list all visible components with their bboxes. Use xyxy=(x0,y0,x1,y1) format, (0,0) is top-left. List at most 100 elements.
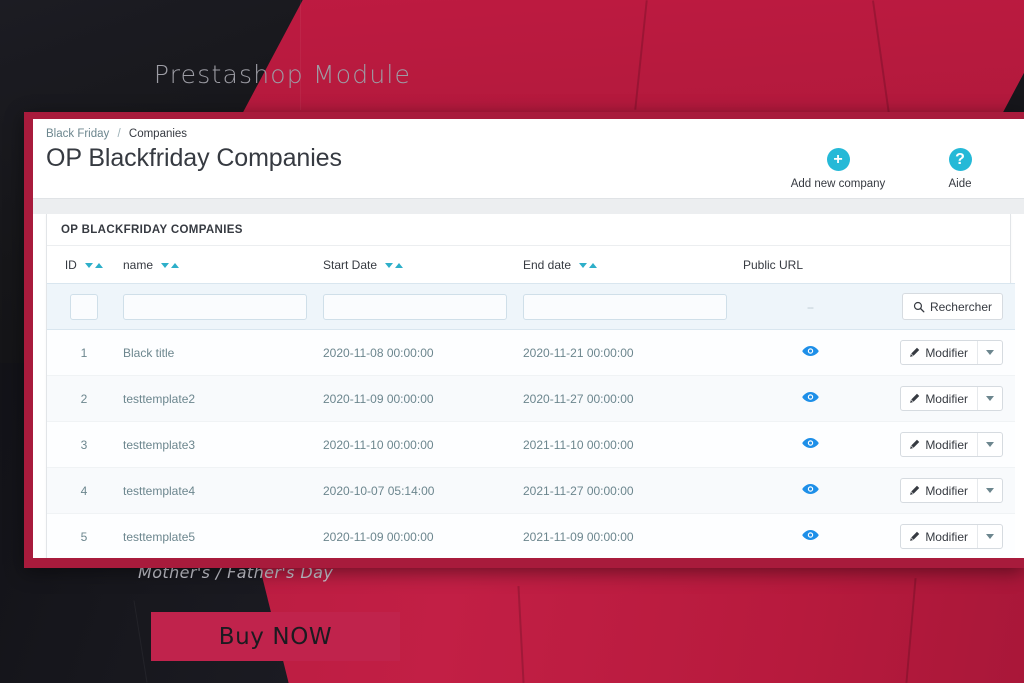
help-label: Aide xyxy=(948,178,972,190)
column-label-public-url: Public URL xyxy=(743,258,804,272)
sort-desc-icon[interactable] xyxy=(385,263,394,268)
column-header-end-date[interactable]: End date xyxy=(515,246,735,284)
edit-button-main[interactable]: Modifier xyxy=(901,530,977,544)
eye-icon[interactable] xyxy=(801,529,819,541)
cell-actions: Modifier xyxy=(885,329,1015,376)
chevron-down-icon xyxy=(986,396,994,401)
cell-start-date: 2020-11-09 00:00:00 xyxy=(315,513,515,558)
sort-arrows-end-date[interactable] xyxy=(579,263,598,268)
filter-cell-start-date xyxy=(315,284,515,330)
cell-start-date: 2020-11-08 00:00:00 xyxy=(315,329,515,376)
prestashop-admin-panel: Black Friday / Companies OP Blackfriday … xyxy=(33,119,1024,558)
edit-button-label: Modifier xyxy=(925,391,968,406)
column-label-name: name xyxy=(123,258,154,272)
cell-public-url xyxy=(735,467,885,514)
buy-now-button[interactable]: Buy NOW xyxy=(151,612,400,661)
question-circle-icon: ? xyxy=(948,148,972,171)
search-button[interactable]: Rechercher xyxy=(901,293,1003,320)
sort-arrows-name[interactable] xyxy=(161,263,180,268)
sort-desc-icon[interactable] xyxy=(161,263,170,268)
cell-end-date: 2020-11-21 00:00:00 xyxy=(515,329,735,376)
edit-dropdown-toggle[interactable] xyxy=(977,433,1002,456)
edit-button-main[interactable]: Modifier xyxy=(901,392,977,406)
cell-end-date: 2021-11-27 00:00:00 xyxy=(515,467,735,514)
column-label-start-date: Start Date xyxy=(323,258,378,272)
edit-dropdown-toggle[interactable] xyxy=(977,387,1002,410)
filter-input-name[interactable] xyxy=(123,293,307,320)
cell-actions: Modifier xyxy=(885,421,1015,468)
content-separator xyxy=(33,198,1024,214)
magnifier-icon xyxy=(913,301,925,312)
table-row[interactable]: 3 testtemplate3 2020-11-10 00:00:00 2021-11… xyxy=(47,421,1015,468)
column-header-id[interactable]: ID xyxy=(47,246,115,284)
column-header-start-date[interactable]: Start Date xyxy=(315,246,515,284)
edit-button-label: Modifier xyxy=(925,529,968,544)
eye-icon[interactable] xyxy=(801,345,819,357)
cell-name: testtemplate3 xyxy=(115,421,315,468)
column-header-actions xyxy=(885,246,1015,284)
filter-row: -- Rechercher xyxy=(47,283,1015,330)
table-row[interactable]: 5 testtemplate5 2020-11-09 00:00:00 2021-11… xyxy=(47,513,1015,558)
add-new-company-button[interactable]: + Add new company xyxy=(791,148,885,190)
edit-dropdown-toggle[interactable] xyxy=(977,525,1002,548)
edit-button[interactable]: Modifier xyxy=(900,432,1003,457)
column-header-public-url: Public URL xyxy=(735,246,885,284)
pencil-icon xyxy=(910,393,920,403)
sort-asc-icon[interactable] xyxy=(395,263,404,268)
edit-button-main[interactable]: Modifier xyxy=(901,438,977,452)
column-header-name[interactable]: name xyxy=(115,246,315,284)
table-row[interactable]: 1 Black title 2020-11-08 00:00:00 2020-11-2… xyxy=(47,329,1015,376)
edit-dropdown-toggle[interactable] xyxy=(977,341,1002,364)
filter-input-end-date[interactable] xyxy=(523,293,727,320)
breadcrumb-separator: / xyxy=(117,128,121,140)
table-body: 1 Black title 2020-11-08 00:00:00 2020-11-2… xyxy=(47,329,1015,558)
edit-button[interactable]: Modifier xyxy=(900,524,1003,549)
sort-desc-icon[interactable] xyxy=(85,263,94,268)
sort-desc-icon[interactable] xyxy=(579,263,588,268)
table-row[interactable]: 2 testtemplate2 2020-11-09 00:00:00 2020-11… xyxy=(47,375,1015,422)
breadcrumb-parent[interactable]: Black Friday xyxy=(46,128,109,140)
cell-start-date: 2020-11-09 00:00:00 xyxy=(315,375,515,422)
filter-input-id[interactable] xyxy=(70,293,98,320)
filter-input-start-date[interactable] xyxy=(323,293,507,320)
help-button[interactable]: ? Aide xyxy=(916,148,1004,190)
edit-button[interactable]: Modifier xyxy=(900,340,1003,365)
eye-icon[interactable] xyxy=(801,391,819,403)
cell-start-date: 2020-11-10 00:00:00 xyxy=(315,421,515,468)
public-url-placeholder: -- xyxy=(807,299,814,314)
table-head: ID name Start Date End date Public URL -… xyxy=(47,246,1015,330)
eye-icon[interactable] xyxy=(801,483,819,495)
eye-icon[interactable] xyxy=(801,437,819,449)
table-row[interactable]: 4 testtemplate4 2020-10-07 05:14:00 2021-11… xyxy=(47,467,1015,514)
edit-button-main[interactable]: Modifier xyxy=(901,346,977,360)
column-label-end-date: End date xyxy=(523,258,572,272)
cell-public-url xyxy=(735,329,885,376)
page-title: OP Blackfriday Companies xyxy=(46,144,342,172)
cell-actions: Modifier xyxy=(885,513,1015,558)
cell-actions: Modifier xyxy=(885,467,1015,514)
pencil-icon xyxy=(910,485,920,495)
sort-arrows-start-date[interactable] xyxy=(385,263,404,268)
edit-button[interactable]: Modifier xyxy=(900,386,1003,411)
pencil-icon xyxy=(910,531,920,541)
screenshot-frame: Black Friday / Companies OP Blackfriday … xyxy=(24,112,1024,568)
edit-button-main[interactable]: Modifier xyxy=(901,484,977,498)
sort-asc-icon[interactable] xyxy=(589,263,598,268)
sort-asc-icon[interactable] xyxy=(171,263,180,268)
filter-cell-name xyxy=(115,284,315,330)
chevron-down-icon xyxy=(986,488,994,493)
cell-public-url xyxy=(735,421,885,468)
cell-id: 3 xyxy=(47,421,115,468)
sort-arrows-id[interactable] xyxy=(85,263,104,268)
sort-asc-icon[interactable] xyxy=(95,263,104,268)
edit-dropdown-toggle[interactable] xyxy=(977,479,1002,502)
cell-id: 5 xyxy=(47,513,115,558)
cell-public-url xyxy=(735,375,885,422)
poster-background: Prestashop Module Mother's / Father's Da… xyxy=(0,0,1024,683)
edit-button[interactable]: Modifier xyxy=(900,478,1003,503)
breadcrumb: Black Friday / Companies xyxy=(46,128,1006,140)
cell-actions: Modifier xyxy=(885,375,1015,422)
column-label-id: ID xyxy=(64,258,77,272)
pencil-icon xyxy=(910,439,920,449)
table-header-row: ID name Start Date End date Public URL xyxy=(47,246,1015,284)
